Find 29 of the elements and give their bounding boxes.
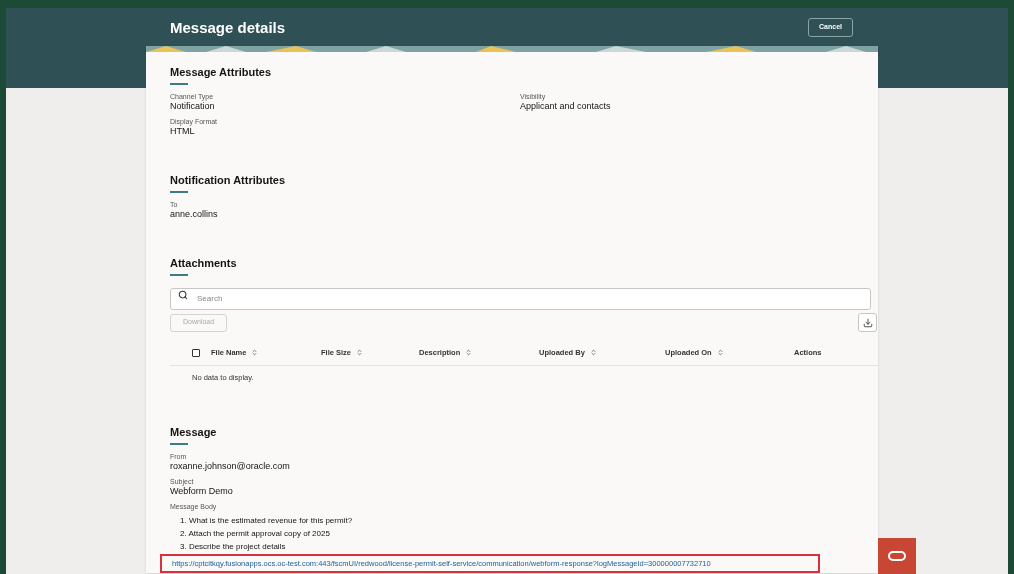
sort-icon[interactable] xyxy=(716,349,724,356)
message-body-line: 3. Describe the project details xyxy=(180,541,287,554)
dialog-title: Message details xyxy=(170,18,286,38)
section-title: Message xyxy=(170,425,218,440)
message-body-line: 2. Attach the permit approval copy of 2025 xyxy=(180,528,331,541)
sort-icon[interactable] xyxy=(465,349,473,356)
field-value: Webform Demo xyxy=(170,486,234,498)
section-title: Attachments xyxy=(170,256,238,270)
oracle-logo-icon xyxy=(888,551,906,561)
title-underline xyxy=(170,274,188,276)
field-value: Notification xyxy=(170,101,216,112)
search-field[interactable]: Search xyxy=(170,287,871,310)
title-underline xyxy=(170,191,188,193)
download-icon xyxy=(862,317,873,328)
message-body-line: 1. What is the estimated revenue for this permit? xyxy=(180,515,354,528)
section-title: Notification Attributes xyxy=(170,173,287,187)
title-underline xyxy=(170,83,188,85)
sort-icon[interactable] xyxy=(251,349,259,356)
field-value: anne.collins xyxy=(170,209,219,220)
field-value: Applicant and contacts xyxy=(520,101,612,112)
title-underline xyxy=(170,443,188,446)
sort-icon[interactable] xyxy=(589,349,597,356)
export-button[interactable] xyxy=(858,313,877,332)
field-value: roxanne.johnson@oracle.com xyxy=(170,461,291,473)
section-title: Message Attributes xyxy=(170,65,273,79)
search-icon xyxy=(178,290,188,300)
select-all-checkbox[interactable] xyxy=(192,348,200,357)
sort-icon[interactable] xyxy=(356,349,363,356)
field-value: HTML xyxy=(170,126,196,137)
